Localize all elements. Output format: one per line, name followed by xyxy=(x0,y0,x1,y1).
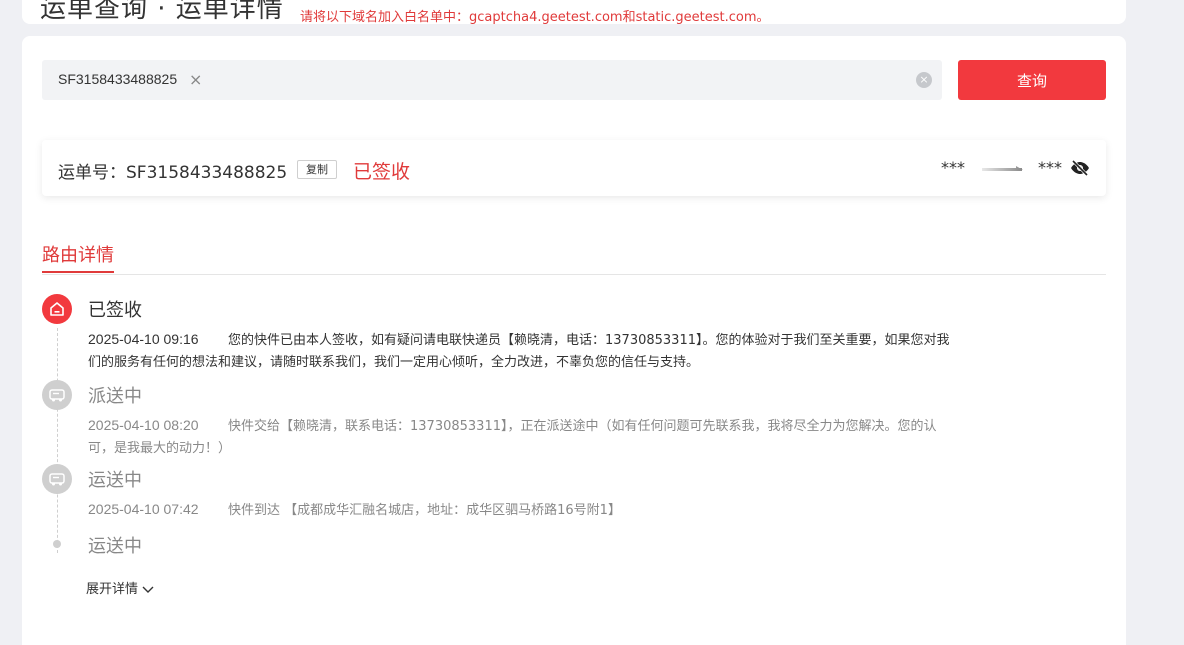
clear-icon[interactable]: × xyxy=(916,72,932,88)
eye-off-icon[interactable] xyxy=(1070,160,1090,176)
chevron-down-icon xyxy=(142,586,154,593)
waybill-number: 运单号：SF3158433488825 xyxy=(58,163,288,183)
route-origin: *** xyxy=(941,158,965,177)
tab-route-detail[interactable]: 路由详情 xyxy=(42,241,114,267)
truck-icon xyxy=(42,380,72,410)
timeline-detail: 2025-04-10 09:16 您的快件已由本人签收，如有疑问请电联快递员【赖晓… xyxy=(88,328,958,374)
dot-icon xyxy=(53,540,61,548)
timeline-text: 快件到达 【成都成华汇融名城店，地址：成华区驷马桥路16号附1】 xyxy=(228,503,621,518)
copy-button[interactable]: 复制 xyxy=(297,160,337,179)
page: 运单查询 · 运单详情 请将以下域名加入白名单中：gcaptcha4.geete… xyxy=(0,0,1184,645)
waybill-tag: SF3158433488825 xyxy=(58,71,178,87)
whitelist-notice: 请将以下域名加入白名单中：gcaptcha4.geetest.com和stati… xyxy=(300,10,770,25)
waybill-search-input[interactable]: SF3158433488825 × × xyxy=(42,60,942,100)
timeline-title: 派送中 xyxy=(88,386,142,407)
page-breadcrumb: 运单查询 · 运单详情 xyxy=(40,0,284,24)
timeline-title: 已签收 xyxy=(88,300,142,321)
timeline-title: 运送中 xyxy=(88,470,142,491)
timeline-detail: 2025-04-10 08:20 快件交给【赖晓清，联系电话：1373085331… xyxy=(88,414,958,460)
timeline-time: 2025-04-10 07:42 xyxy=(88,501,199,517)
header-card: 运单查询 · 运单详情 请将以下域名加入白名单中：gcaptcha4.geete… xyxy=(22,0,1126,25)
route-timeline: 已签收 2025-04-10 09:16 您的快件已由本人签收，如有疑问请电联快递… xyxy=(42,294,1106,554)
waybill-summary: 运单号：SF3158433488825 复制 已签收 *** *** xyxy=(42,140,1106,196)
route-arrow-icon xyxy=(982,166,1023,171)
status-badge: 已签收 xyxy=(353,161,411,183)
search-button[interactable]: 查询 xyxy=(958,60,1106,100)
timeline-line xyxy=(57,328,58,554)
timeline-title: 运送中 xyxy=(88,536,142,554)
timeline-detail: 2025-04-10 07:42 快件到达 【成都成华汇融名城店，地址：成华区驷马… xyxy=(88,498,958,522)
waybill-detail-card: SF3158433488825 × × 查询 运单号：SF31584334888… xyxy=(22,36,1126,645)
timeline-time: 2025-04-10 08:20 xyxy=(88,417,199,433)
home-icon xyxy=(42,294,72,324)
expand-label: 展开详情 xyxy=(86,582,139,597)
truck-icon xyxy=(42,464,72,494)
expand-details-button[interactable]: 展开详情 xyxy=(86,578,154,597)
timeline-time: 2025-04-10 09:16 xyxy=(88,331,199,347)
tab-divider xyxy=(42,274,1106,275)
tag-close-icon[interactable]: × xyxy=(189,70,202,89)
tab-underline xyxy=(42,271,114,273)
route-destination: *** xyxy=(1038,158,1062,177)
